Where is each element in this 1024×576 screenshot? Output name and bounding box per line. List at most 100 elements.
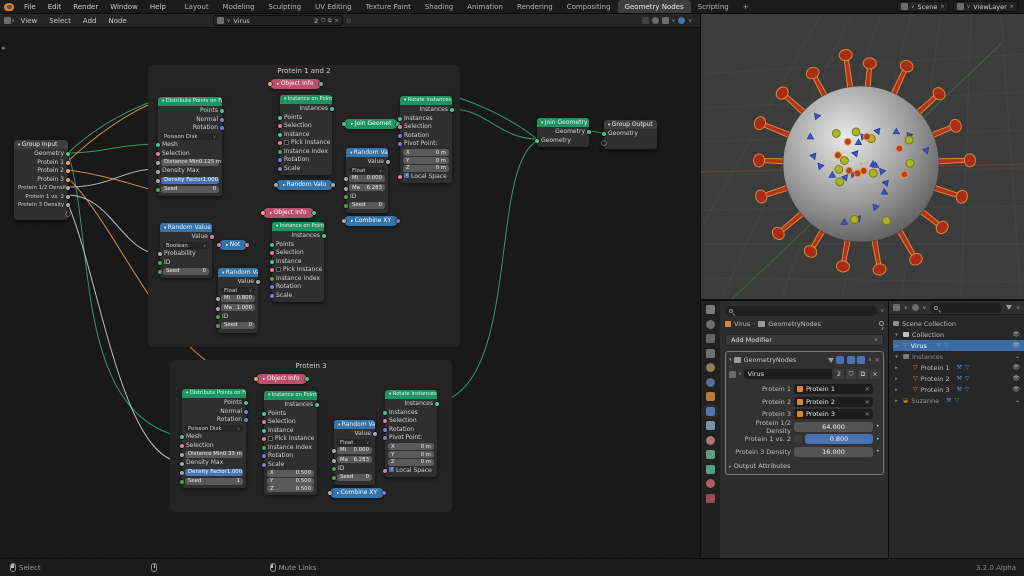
empty-socket[interactable] bbox=[66, 212, 70, 216]
data-type-dropdown[interactable]: Boolean bbox=[163, 242, 209, 249]
scale-z-field[interactable]: Z0.500 bbox=[267, 485, 314, 492]
checkbox-checked[interactable] bbox=[389, 467, 394, 472]
tab-constraints-icon[interactable] bbox=[706, 450, 715, 459]
min-field[interactable]: Mi0.800 bbox=[221, 295, 255, 302]
editor-type-icon[interactable] bbox=[4, 17, 11, 24]
node-header[interactable]: Random Valu bbox=[334, 420, 375, 429]
menu-window[interactable]: Window bbox=[104, 3, 144, 11]
tab-scene-icon[interactable] bbox=[706, 363, 715, 372]
socket[interactable] bbox=[270, 260, 274, 264]
method-dropdown[interactable]: Poisson Disk bbox=[161, 133, 219, 140]
node-header[interactable]: Instance on Points bbox=[280, 95, 332, 104]
breadcrumb-object[interactable]: Virus bbox=[734, 320, 750, 328]
clear-icon[interactable]: × bbox=[865, 398, 870, 406]
data-type-dropdown[interactable]: Float bbox=[337, 439, 372, 446]
tab-output-icon[interactable] bbox=[706, 334, 715, 343]
animate-dot[interactable]: • bbox=[876, 448, 880, 455]
extras-chevron-icon[interactable]: ∨ bbox=[868, 357, 872, 363]
socket[interactable] bbox=[398, 175, 402, 179]
menu-edit[interactable]: Edit bbox=[42, 3, 68, 11]
seed-field[interactable]: Seed0 bbox=[221, 322, 255, 329]
unlink-icon[interactable]: × bbox=[870, 369, 880, 379]
min-field[interactable]: Mi0.000 bbox=[349, 175, 385, 182]
node-random-value-angle-2[interactable]: Random Valu Value Float Mi0.000 Ma6.283 … bbox=[334, 420, 375, 485]
node-object-info-3[interactable]: Object Info bbox=[256, 374, 307, 384]
eye-icon[interactable]: 👁 bbox=[1012, 331, 1020, 338]
blender-logo-icon[interactable] bbox=[4, 3, 14, 11]
pin-icon[interactable] bbox=[879, 321, 884, 326]
socket[interactable] bbox=[398, 142, 402, 146]
socket[interactable] bbox=[262, 420, 266, 424]
socket[interactable] bbox=[344, 204, 348, 208]
animate-dot[interactable]: • bbox=[876, 436, 880, 443]
min-field[interactable]: Mi0.000 bbox=[337, 447, 372, 454]
expander-icon[interactable]: ▸ bbox=[893, 398, 900, 404]
socket[interactable] bbox=[278, 141, 282, 145]
tab-view-layer-icon[interactable] bbox=[706, 349, 715, 358]
tab-physics-icon[interactable] bbox=[706, 436, 715, 445]
chevron-down-icon[interactable]: ⌄ bbox=[1015, 397, 1020, 404]
breadcrumb-nodetree[interactable]: GeometryNodes bbox=[768, 320, 821, 328]
snap-magnet-icon[interactable] bbox=[662, 17, 669, 24]
distance-min-field[interactable]: Distance Min0.125 m bbox=[161, 159, 219, 166]
outliner-row-instances[interactable]: ▾ Instances ⌄ bbox=[893, 351, 1024, 362]
data-type-dropdown[interactable]: Float bbox=[221, 287, 255, 294]
node-header[interactable]: Join Geometry bbox=[537, 118, 589, 127]
tab-texture-icon[interactable] bbox=[706, 494, 715, 503]
density-factor-field[interactable]: Density Factor1.000 bbox=[161, 177, 219, 184]
tab-particles-icon[interactable] bbox=[706, 421, 715, 430]
method-dropdown[interactable]: Poisson Disk bbox=[185, 425, 243, 432]
socket[interactable] bbox=[398, 134, 402, 138]
eye-icon[interactable]: 👁 bbox=[1012, 342, 1020, 349]
node-header[interactable]: Rotate Instances bbox=[400, 96, 452, 105]
pivot-x-field[interactable]: X0 m bbox=[403, 149, 449, 156]
max-field[interactable]: Ma6.283 bbox=[337, 456, 372, 463]
object-picker[interactable]: Protein 3× bbox=[794, 409, 873, 419]
node-random-value-collapsed[interactable]: Random Valu bbox=[276, 180, 333, 190]
socket[interactable] bbox=[158, 270, 162, 274]
expander-icon[interactable]: ▾ bbox=[893, 354, 900, 360]
socket[interactable] bbox=[66, 161, 70, 165]
max-field[interactable]: Ma1.000 bbox=[221, 304, 255, 311]
socket[interactable] bbox=[342, 219, 346, 223]
socket[interactable] bbox=[216, 307, 220, 311]
socket[interactable] bbox=[262, 412, 266, 416]
socket[interactable] bbox=[262, 463, 266, 467]
menu-add[interactable]: Add bbox=[77, 17, 103, 25]
socket[interactable] bbox=[278, 116, 282, 120]
socket[interactable] bbox=[66, 195, 70, 199]
checkbox[interactable] bbox=[268, 436, 273, 441]
socket[interactable] bbox=[344, 187, 348, 191]
pin-icon[interactable]: ○ bbox=[347, 18, 351, 24]
density-value-slider[interactable]: 64.000 bbox=[794, 422, 873, 432]
checkbox[interactable] bbox=[276, 267, 281, 272]
socket[interactable] bbox=[278, 133, 282, 137]
socket[interactable] bbox=[278, 158, 282, 162]
node-canvas[interactable]: ▸ bbox=[0, 28, 700, 558]
parent-toggle-icon[interactable] bbox=[642, 17, 649, 24]
socket[interactable] bbox=[268, 82, 272, 86]
ratio-value-slider[interactable]: 0.800 bbox=[805, 434, 873, 444]
viewport-3d[interactable] bbox=[700, 14, 1024, 300]
node-object-info-2[interactable]: Object Info bbox=[263, 208, 314, 218]
socket[interactable] bbox=[278, 150, 282, 154]
seed-field[interactable]: Seed0 bbox=[161, 186, 219, 193]
node-random-value-boolean[interactable]: Random Value Value Boolean Probability I… bbox=[160, 223, 212, 278]
tab-animation[interactable]: Animation bbox=[460, 0, 510, 14]
filter-funnel-icon[interactable] bbox=[828, 358, 834, 363]
node-header[interactable]: Random Value bbox=[160, 223, 212, 232]
node-header[interactable]: Random Valu bbox=[218, 268, 258, 277]
socket[interactable] bbox=[270, 251, 274, 255]
socket[interactable] bbox=[383, 436, 387, 440]
socket[interactable] bbox=[180, 435, 184, 439]
node-combine-xyz-1[interactable]: Combine XY bbox=[344, 216, 398, 226]
toggle-render-icon[interactable] bbox=[857, 356, 865, 364]
chevron-down-icon[interactable]: ⌄ bbox=[1015, 353, 1020, 360]
socket[interactable] bbox=[312, 211, 316, 215]
socket[interactable] bbox=[180, 453, 184, 457]
socket[interactable] bbox=[66, 178, 70, 182]
tab-compositing[interactable]: Compositing bbox=[560, 0, 618, 14]
node-header[interactable]: Distribute Points on Faces bbox=[182, 389, 246, 398]
socket[interactable] bbox=[216, 324, 220, 328]
socket[interactable] bbox=[383, 411, 387, 415]
